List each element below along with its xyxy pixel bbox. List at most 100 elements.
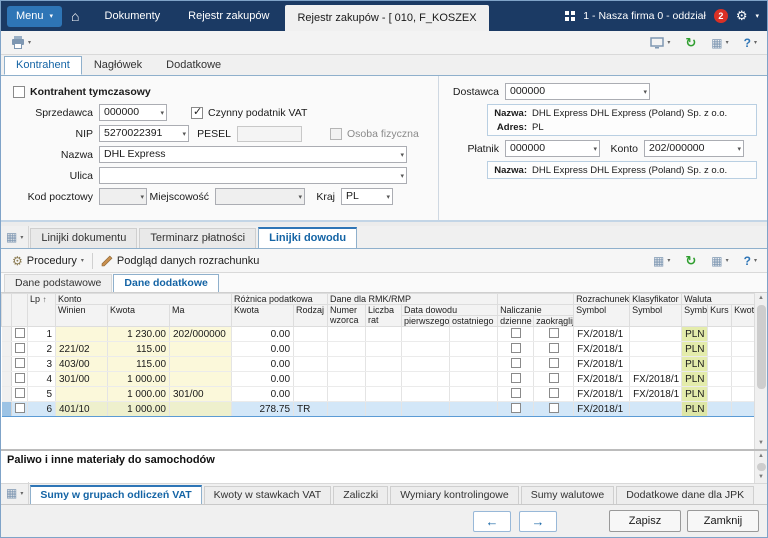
cell-waluta-symbol[interactable]: PLN: [682, 327, 708, 342]
colgroup-rozrachunek[interactable]: Rozrachunek: [574, 294, 630, 305]
cell-winien[interactable]: [56, 327, 108, 342]
cell-kwota[interactable]: 115.00: [108, 342, 170, 357]
cell-data-pierwszego[interactable]: [402, 357, 450, 372]
cell-data-pierwszego[interactable]: [402, 402, 450, 417]
cell-liczba-rat[interactable]: [366, 342, 402, 357]
zaokraglij-checkbox[interactable]: [549, 358, 559, 368]
nav-dokumenty[interactable]: Dokumenty: [91, 1, 175, 31]
cell-kurs[interactable]: [708, 402, 732, 417]
tab-linijki-dowodu[interactable]: Linijki dowodu: [258, 227, 357, 248]
cell-waluta-symbol[interactable]: PLN: [682, 342, 708, 357]
cell-liczba-rat[interactable]: [366, 327, 402, 342]
cell-rodzaj[interactable]: [294, 342, 328, 357]
cell-kurs[interactable]: [708, 357, 732, 372]
document-tab[interactable]: Rejestr zakupów - [ 010, F_KOSZEX: [285, 5, 488, 31]
colgroup-rmk[interactable]: Dane dla RMK/RMP: [328, 294, 498, 305]
columns-button[interactable]: ▦▾: [649, 252, 674, 270]
row-select-checkbox[interactable]: [15, 373, 25, 383]
cell-klasyfikator-symbol[interactable]: [630, 357, 682, 372]
dzienne-checkbox[interactable]: [511, 328, 521, 338]
cell-klasyfikator-symbol[interactable]: [630, 342, 682, 357]
cell-klasyfikator-symbol[interactable]: [630, 402, 682, 417]
cell-waluta-kwota[interactable]: [732, 342, 754, 357]
cell-kurs[interactable]: [708, 372, 732, 387]
row-select-checkbox[interactable]: [15, 388, 25, 398]
konto-combo[interactable]: 202/000000▾: [644, 140, 744, 157]
procedury-button[interactable]: ⚙ Procedury ▾: [7, 252, 89, 270]
cell-data-ostatniego[interactable]: [450, 327, 498, 342]
next-record-button[interactable]: →: [519, 511, 557, 532]
save-button[interactable]: Zapisz: [609, 510, 681, 532]
cell-liczba-rat[interactable]: [366, 357, 402, 372]
miejscowosc-combo[interactable]: ▾: [215, 188, 305, 205]
cell-kurs[interactable]: [708, 387, 732, 402]
cell-kurs[interactable]: [708, 327, 732, 342]
cell-klasyfikator-symbol[interactable]: FX/2018/1: [630, 372, 682, 387]
print-button[interactable]: ▾: [7, 34, 35, 51]
osoba-fizyczna-checkbox[interactable]: [330, 128, 342, 140]
refresh-button[interactable]: ↻: [681, 33, 700, 53]
cell-roznica-kwota[interactable]: 0.00: [232, 342, 294, 357]
chevron-down-icon[interactable]: ▾: [755, 12, 759, 20]
description-scrollbar[interactable]: ▲ ▼: [754, 451, 767, 483]
cell-klasyfikator-symbol[interactable]: [630, 327, 682, 342]
cell-rodzaj[interactable]: [294, 372, 328, 387]
tab-sumy-walutowe[interactable]: Sumy walutowe: [521, 486, 615, 504]
kod-pocztowy-combo[interactable]: ▾: [99, 188, 147, 205]
col-lp[interactable]: Lp ↑: [28, 294, 56, 327]
nav-rejestr-zakupow[interactable]: Rejestr zakupów: [174, 1, 283, 31]
row-select-checkbox[interactable]: [15, 328, 25, 338]
cell-lp[interactable]: 3: [28, 357, 56, 372]
pesel-input[interactable]: [237, 126, 302, 142]
cell-data-pierwszego[interactable]: [402, 342, 450, 357]
dzienne-checkbox[interactable]: [511, 343, 521, 353]
cell-rodzaj[interactable]: [294, 357, 328, 372]
cell-ma[interactable]: [170, 342, 232, 357]
grid-row[interactable]: 51 000.00301/000.00FX/2018/1FX/2018/1PLN: [2, 387, 755, 402]
dzienne-checkbox[interactable]: [511, 388, 521, 398]
tab-sumy-odliczen-vat[interactable]: Sumy w grupach odliczeń VAT: [30, 485, 201, 504]
grid-scrollbar[interactable]: ▲ ▼: [754, 293, 767, 449]
row-select-checkbox[interactable]: [15, 358, 25, 368]
cell-numer-wzorca[interactable]: [328, 372, 366, 387]
menu-button[interactable]: Menu ▾: [7, 6, 62, 27]
col-kwota[interactable]: Kwota: [108, 305, 170, 327]
grid-row[interactable]: 4301/001 000.000.00FX/2018/1FX/2018/1PLN: [2, 372, 755, 387]
grid-row[interactable]: 3403/00115.000.00FX/2018/1PLN: [2, 357, 755, 372]
cell-ma[interactable]: 301/00: [170, 387, 232, 402]
tab-kwoty-stawki-vat[interactable]: Kwoty w stawkach VAT: [204, 486, 332, 504]
dzienne-checkbox[interactable]: [511, 403, 521, 413]
cell-rozrachunek-symbol[interactable]: FX/2018/1: [574, 342, 630, 357]
cell-klasyfikator-symbol[interactable]: FX/2018/1: [630, 387, 682, 402]
cell-numer-wzorca[interactable]: [328, 327, 366, 342]
sprzedawca-combo[interactable]: 000000▾: [99, 104, 167, 121]
colgroup-waluta[interactable]: Waluta: [682, 294, 754, 305]
cell-lp[interactable]: 6: [28, 402, 56, 417]
dzienne-checkbox[interactable]: [511, 373, 521, 383]
cell-data-ostatniego[interactable]: [450, 387, 498, 402]
cell-winien[interactable]: [56, 387, 108, 402]
colgroup-roznica-podatkowa[interactable]: Różnica podatkowa: [232, 294, 328, 305]
preview-button[interactable]: ▾: [646, 35, 674, 51]
cell-waluta-kwota[interactable]: [732, 402, 754, 417]
platnik-combo[interactable]: 000000▾: [505, 140, 600, 157]
col-dzienne[interactable]: dzienne: [498, 316, 534, 327]
cell-rodzaj[interactable]: [294, 387, 328, 402]
tab-dodatkowe[interactable]: Dodatkowe: [154, 56, 233, 75]
cell-rozrachunek-symbol[interactable]: FX/2018/1: [574, 357, 630, 372]
cell-lp[interactable]: 5: [28, 387, 56, 402]
scrollbar-thumb[interactable]: [757, 463, 766, 471]
notification-badge[interactable]: 2: [714, 9, 728, 23]
cell-winien[interactable]: 221/02: [56, 342, 108, 357]
dzienne-checkbox[interactable]: [511, 358, 521, 368]
help-button[interactable]: ?▾: [740, 34, 761, 52]
scrollbar-thumb[interactable]: [757, 305, 766, 389]
colgroup-konto[interactable]: Konto: [56, 294, 232, 305]
cell-rozrachunek-symbol[interactable]: FX/2018/1: [574, 372, 630, 387]
scroll-up-icon[interactable]: ▲: [758, 451, 764, 462]
cell-liczba-rat[interactable]: [366, 372, 402, 387]
cell-liczba-rat[interactable]: [366, 387, 402, 402]
cell-rozrachunek-symbol[interactable]: FX/2018/1: [574, 327, 630, 342]
col-ma[interactable]: Ma: [170, 305, 232, 327]
layout-button[interactable]: ▦▾: [707, 34, 732, 52]
